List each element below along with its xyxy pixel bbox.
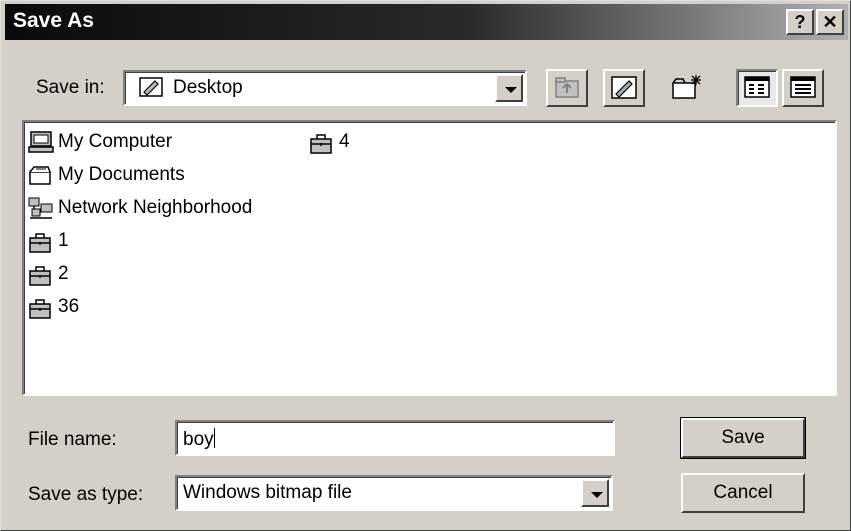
- dialog-title: Save As: [13, 9, 94, 32]
- save-as-type-label: Save as type:: [28, 484, 144, 505]
- list-view-button[interactable]: [736, 69, 778, 107]
- create-new-folder-icon: [672, 75, 701, 99]
- save-in-label: Save in:: [36, 77, 105, 98]
- up-one-level-icon: [555, 77, 579, 98]
- my-documents-icon: [29, 166, 51, 185]
- desktop-icon: [139, 77, 163, 97]
- save-as-dialog: Save As ? ✕ Save in: Desktop My Computer…: [0, 0, 851, 531]
- network-neighborhood-icon: [28, 197, 53, 219]
- briefcase-icon: [29, 233, 51, 253]
- desktop-button[interactable]: [603, 69, 645, 107]
- save-as-type-value: Windows bitmap file: [183, 482, 352, 503]
- save-button[interactable]: Save: [680, 417, 806, 459]
- create-new-folder-button[interactable]: [666, 69, 708, 107]
- save-as-type-combo[interactable]: Windows bitmap file: [175, 475, 613, 511]
- briefcase-icon: [29, 299, 51, 319]
- briefcase-icon: [310, 134, 332, 154]
- text-caret: [213, 428, 215, 448]
- file-name-label: File name:: [28, 429, 117, 450]
- desktop-icon: [611, 76, 637, 99]
- help-button[interactable]: ?: [786, 9, 814, 35]
- save-as-type-dropdown-button[interactable]: [581, 479, 609, 507]
- my-computer-icon: [28, 131, 54, 153]
- save-in-dropdown-button[interactable]: [495, 74, 523, 102]
- list-view-icon: [744, 76, 770, 98]
- cancel-button[interactable]: Cancel: [681, 473, 805, 513]
- save-in-value: Desktop: [173, 77, 243, 98]
- details-view-icon: [790, 76, 816, 98]
- up-one-level-button[interactable]: [546, 69, 588, 107]
- file-name-input[interactable]: boy: [175, 420, 615, 456]
- file-name-value: boy: [183, 429, 214, 450]
- title-bar[interactable]: Save As ? ✕: [5, 4, 848, 40]
- details-view-button[interactable]: [782, 69, 824, 107]
- briefcase-icon: [29, 266, 51, 286]
- save-in-combo[interactable]: Desktop: [123, 70, 527, 106]
- close-button[interactable]: ✕: [816, 9, 844, 35]
- file-list[interactable]: My Computer My Documents Network Neighbo…: [22, 120, 837, 396]
